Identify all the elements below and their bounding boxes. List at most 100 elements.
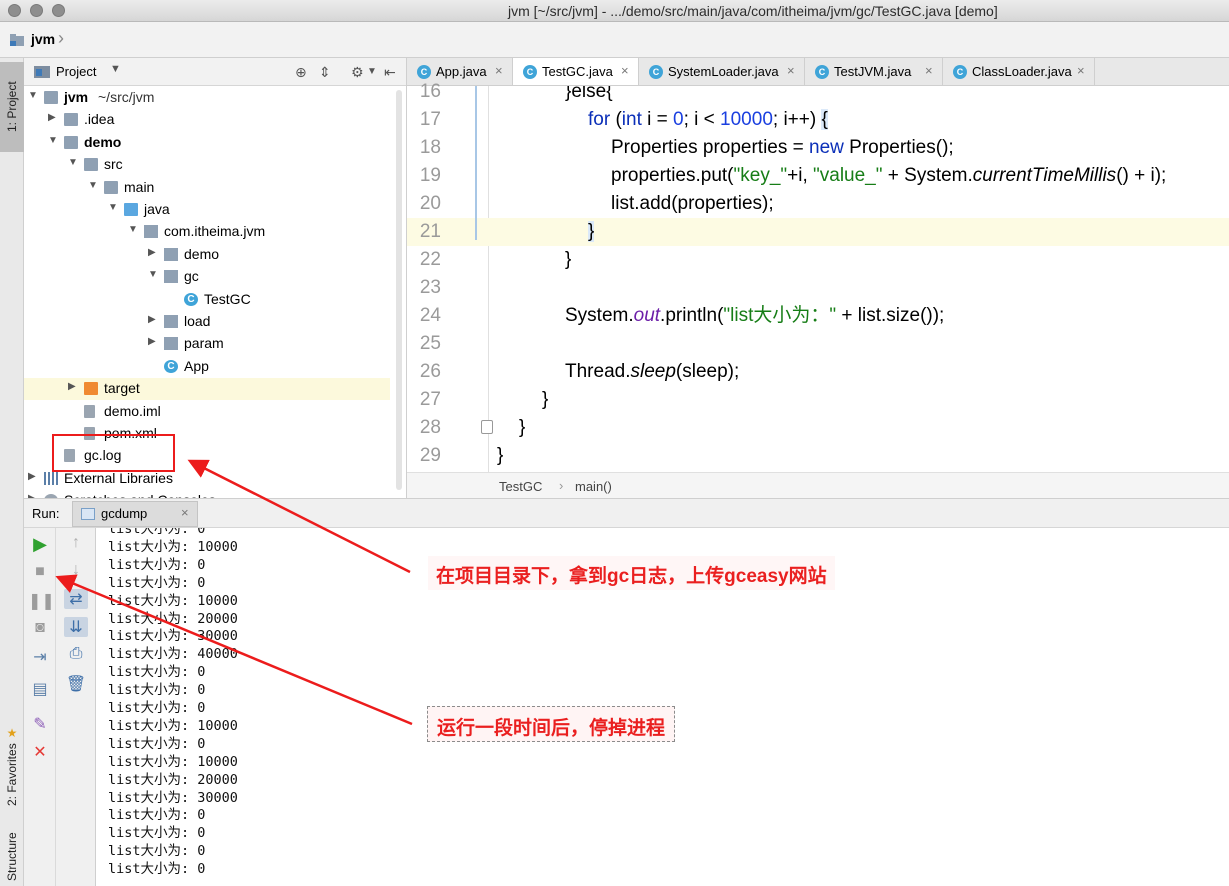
folder-icon [44,91,58,104]
close-icon[interactable]: × [787,63,795,78]
tree-item-label: demo [184,245,220,262]
expanded-arrow-icon[interactable]: ▼ [108,202,118,213]
collapsed-arrow-icon[interactable]: ▶ [68,381,76,392]
editor-tab-bar: C App.java × C TestGC.java × C SystemLoader.jav… [407,58,1229,86]
tree-item[interactable]: ▶ demo [24,244,390,266]
tree-item[interactable]: ▼ com.itheima.jvm [24,221,390,243]
number-literal: 0 [673,109,684,130]
structure-tool-tab[interactable]: Structure [0,828,24,886]
annotation-highlight-box [52,434,175,472]
expanded-arrow-icon[interactable]: ▼ [88,180,98,191]
editor-tab-label: TestJVM.java [834,64,912,79]
editor-tab[interactable]: C TestGC.java × [513,58,639,85]
close-icon[interactable]: × [181,505,189,520]
tree-item[interactable]: ▼ demo [24,132,390,154]
editor-tab-label: TestGC.java [542,64,613,79]
code-editor[interactable]: }else{ for (int i = 0; i < 10000; i++) {… [489,86,1229,472]
tree-item[interactable]: ▼ jvm ~/src/jvm [24,87,390,109]
editor-gutter: 16 17 18 19 20 21 22 23 24 25 26 27 28 29 [407,81,493,472]
expanded-arrow-icon[interactable]: ▼ [148,269,158,280]
number-literal: 10000 [720,109,773,130]
close-icon[interactable]: × [1077,63,1085,78]
keyword: for [588,109,611,130]
expanded-arrow-icon[interactable]: ▼ [128,224,138,235]
code-line-24: System.out.println("list大小为：" + list.siz… [489,302,1229,330]
gear-dropdown-icon[interactable]: ▼ [367,66,377,77]
print-icon[interactable]: ⎙ [64,645,88,663]
tree-item[interactable]: ▶ .idea [24,109,390,131]
tree-item[interactable]: ▶ target [24,378,390,401]
hide-panel-icon[interactable]: ⇤ [384,64,396,81]
project-view-selector[interactable]: Project [56,64,96,79]
line-number: 28 [419,417,441,438]
stop-icon[interactable]: ■ [28,563,52,581]
tree-item[interactable]: ▼ gc [24,266,390,288]
collapsed-arrow-icon[interactable]: ▶ [148,336,156,347]
editor-tab[interactable]: C TestJVM.java × [805,58,943,85]
code-line-29: } [489,442,1229,470]
tree-item-label: TestGC [204,290,251,307]
editor-tab-label: ClassLoader.java [972,64,1072,79]
navbar-project-crumb[interactable]: jvm [31,31,55,47]
collapsed-arrow-icon[interactable]: ▶ [148,247,156,258]
code-text: + System. [882,165,973,186]
run-panel-label: Run: [32,506,60,521]
arrow-down-icon[interactable]: ↓ [64,561,88,579]
tree-item[interactable]: ▶ param [24,333,390,355]
string-literal: "list大小为：" [723,305,837,326]
source-folder-icon [124,203,138,216]
tree-item[interactable]: ▶ load [24,311,390,333]
editor-tab[interactable]: C ClassLoader.java × [943,58,1095,85]
expanded-arrow-icon[interactable]: ▼ [48,135,58,146]
pause-icon[interactable]: ❚❚ [28,591,55,611]
static-method: sleep [630,361,676,382]
close-icon[interactable]: × [621,63,629,78]
package-icon [144,225,158,239]
chevron-right-icon: › [559,478,564,493]
line-number: 20 [419,193,441,214]
rerun-icon[interactable]: ▶ [28,534,52,555]
expanded-arrow-icon[interactable]: ▼ [68,157,78,168]
gear-icon[interactable]: ⚙ [351,64,364,81]
run-config-tab[interactable]: gcdump × [72,501,198,527]
collapsed-arrow-icon[interactable]: ▶ [28,471,36,482]
close-icon[interactable]: × [495,63,503,78]
tree-item[interactable]: C TestGC [24,289,390,311]
breadcrumb-method[interactable]: main() [575,479,612,494]
scroll-to-end-icon[interactable]: ⇊ [64,617,88,637]
tree-item[interactable]: ▶Scratches and Consoles [24,490,390,498]
project-tool-tab[interactable]: 1: Project [0,62,24,152]
arrow-up-icon[interactable]: ↑ [64,534,88,552]
close-icon[interactable]: ✕ [28,742,52,762]
tree-item[interactable]: C App [24,356,390,378]
favorites-tool-tab[interactable]: 2: Favorites ★ [0,716,24,816]
tree-item[interactable]: ▼ java [24,199,390,221]
collapsed-arrow-icon[interactable]: ▶ [48,112,56,123]
collapse-all-icon[interactable]: ⇕ [319,64,331,81]
close-icon[interactable]: × [925,63,933,78]
window-title-bar: jvm [~/src/jvm] - .../demo/src/main/java… [0,0,1229,22]
line-number: 24 [419,305,441,326]
soft-wrap-icon[interactable]: ⇄ [64,589,88,609]
star-icon: ★ [5,725,19,740]
pin-icon[interactable]: ✎ [28,714,52,734]
login-icon[interactable]: ⇥ [28,647,52,667]
breadcrumb-class[interactable]: TestGC [499,479,542,494]
project-scrollbar[interactable] [396,90,402,490]
chevron-down-icon[interactable]: ▼ [110,63,121,75]
locate-icon[interactable]: ⊕ [295,64,307,81]
camera-icon[interactable]: ◙ [28,619,52,637]
run-config-tab-label: gcdump [101,506,148,521]
editor-tab[interactable]: C SystemLoader.java × [639,58,805,85]
trash-icon[interactable]: 🗑 [64,674,88,694]
tree-item-label: jvm [64,89,89,105]
collapsed-arrow-icon[interactable]: ▶ [148,314,156,325]
tree-item[interactable]: ▼ main [24,177,390,199]
console-line: list大小为: 40000 [108,646,238,663]
expanded-arrow-icon[interactable]: ▼ [28,90,38,101]
tree-item[interactable]: ▼ src [24,154,390,176]
tree-item[interactable]: demo.iml [24,401,390,423]
console-line: list大小为: 30000 [108,628,238,645]
layout-icon[interactable]: ▤ [28,679,52,699]
code-text: ; i < [683,109,721,130]
